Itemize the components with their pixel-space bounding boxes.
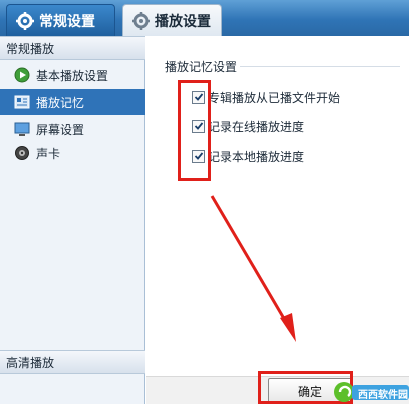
annotation-arrow-icon — [210, 195, 296, 342]
watermark-text: 西西软件园 — [358, 390, 408, 401]
watermark-logo: 西西软件园 — [332, 380, 409, 404]
